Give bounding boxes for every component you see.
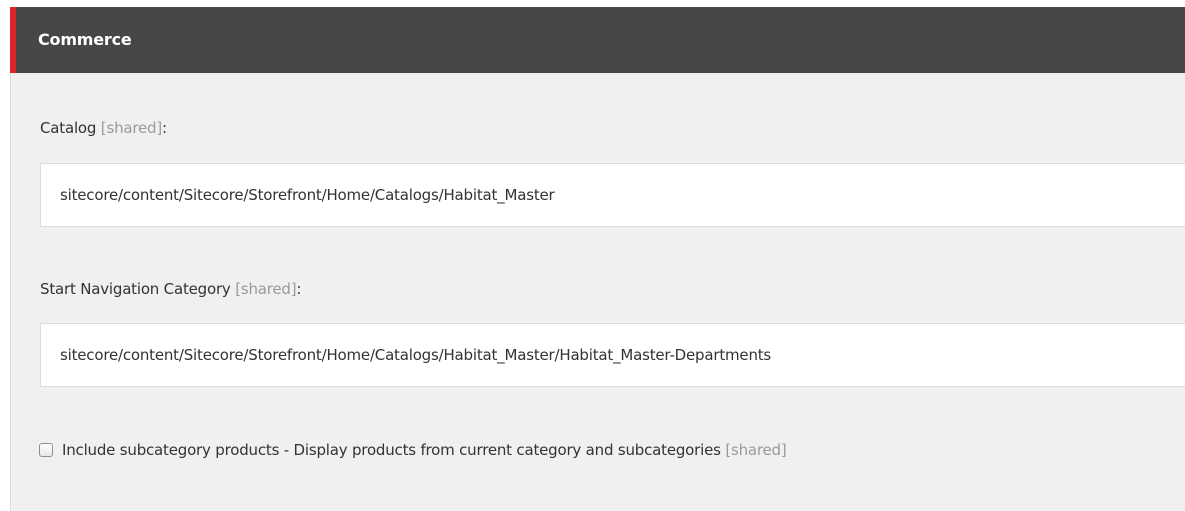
commerce-section: Commerce Catalog [shared]: sitecore/cont…	[10, 7, 1185, 511]
include-subcategory-label[interactable]: Include subcategory products - Display p…	[62, 441, 787, 459]
catalog-label-text: Catalog	[40, 119, 97, 137]
include-subcategory-shared-tag: [shared]	[725, 441, 787, 459]
include-subcategory-row: Include subcategory products - Display p…	[39, 441, 787, 459]
section-title: Commerce	[38, 30, 132, 49]
catalog-label: Catalog [shared]:	[40, 119, 167, 137]
catalog-shared-tag: [shared]	[100, 119, 163, 137]
section-header[interactable]: Commerce	[10, 7, 1185, 73]
start-navigation-category-label-text: Start Navigation Category	[40, 280, 231, 298]
catalog-label-colon: :	[162, 119, 167, 137]
start-navigation-category-label: Start Navigation Category [shared]:	[40, 280, 301, 298]
start-navigation-category-shared-tag: [shared]	[235, 280, 297, 298]
include-subcategory-checkbox[interactable]	[39, 443, 53, 457]
start-navigation-category-field[interactable]: sitecore/content/Sitecore/Storefront/Hom…	[40, 323, 1185, 387]
start-navigation-category-label-colon: :	[296, 280, 302, 298]
catalog-field[interactable]: sitecore/content/Sitecore/Storefront/Hom…	[40, 163, 1185, 227]
include-subcategory-label-text: Include subcategory products - Display p…	[62, 441, 721, 459]
